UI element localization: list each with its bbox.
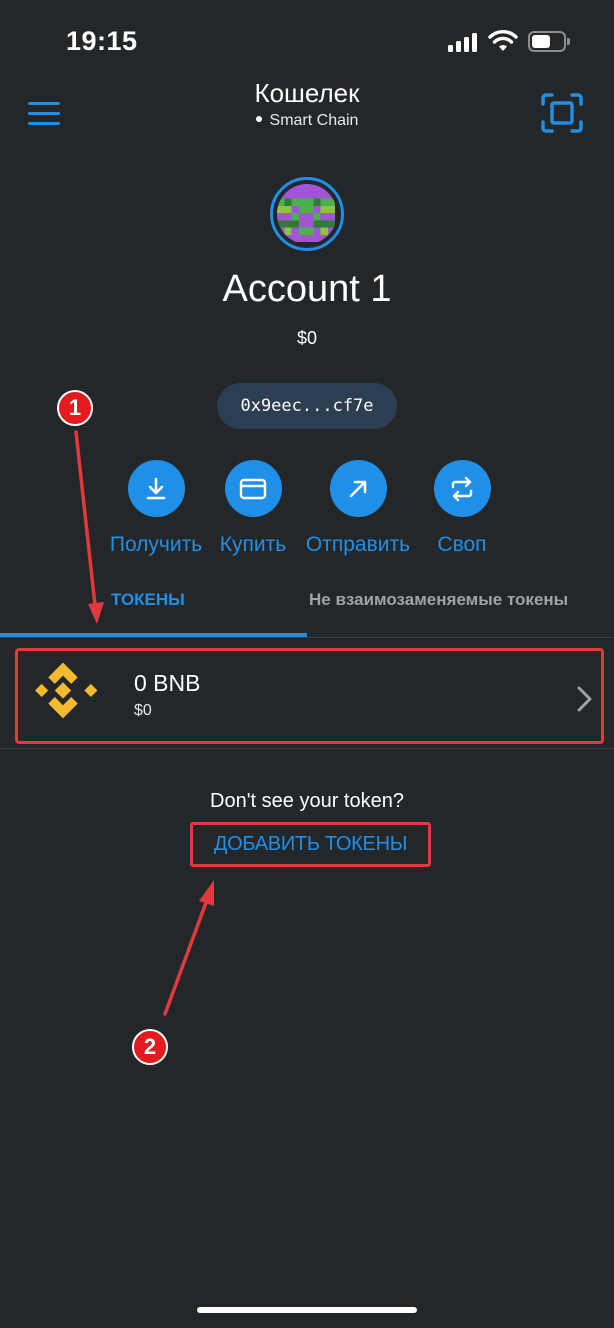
swap-button[interactable]: Своп [426, 460, 498, 557]
tab-tokens[interactable]: ТОКЕНЫ [0, 580, 306, 638]
send-label: Отправить [305, 533, 411, 556]
network-dot-icon [255, 116, 262, 123]
send-button[interactable]: Отправить [297, 460, 419, 557]
add-tokens-button[interactable]: ДОБАВИТЬ ТОКЕНЫ [190, 822, 431, 867]
cellular-signal-icon [448, 32, 478, 52]
missing-token-hint: Don't see your token? [210, 790, 404, 812]
arrow-up-right-icon [329, 460, 387, 517]
swap-icon [433, 460, 491, 517]
asset-tabs: ТОКЕНЫ Не взаимозаменяемые токены [0, 580, 614, 638]
tab-nft[interactable]: Не взаимозаменяемые токены [306, 580, 614, 638]
network-selector[interactable]: Smart Chain [0, 112, 614, 130]
swap-label: Своп [437, 533, 487, 556]
account-avatar[interactable] [270, 177, 344, 251]
annotation-badge-2: 2 [132, 1029, 168, 1065]
wallet-header: Кошелек Smart Chain [0, 76, 614, 146]
network-name: Smart Chain [269, 112, 359, 129]
bnb-logo-icon [35, 662, 98, 719]
token-amount: 0 BNB [134, 670, 201, 696]
download-icon [127, 460, 185, 517]
active-tab-indicator [0, 633, 307, 637]
page-title: Кошелек [254, 78, 360, 108]
wifi-icon [488, 30, 518, 51]
account-name[interactable]: Account 1 [0, 268, 614, 311]
receive-button[interactable]: Получить [104, 460, 208, 557]
battery-icon [528, 31, 570, 52]
account-balance: $0 [296, 328, 318, 348]
card-icon [224, 460, 282, 517]
token-fiat-value: $0 [134, 702, 152, 719]
buy-label: Купить [219, 533, 287, 556]
scan-qr-icon[interactable] [540, 92, 584, 134]
receive-label: Получить [109, 533, 203, 556]
annotation-badge-1: 1 [57, 390, 93, 426]
wallet-actions: Получить Купить Отправить Своп [0, 460, 614, 560]
status-bar: 19:15 [0, 0, 614, 80]
account-address-button[interactable]: 0x9eec...cf7e [217, 383, 397, 429]
buy-button[interactable]: Купить [213, 460, 293, 557]
status-time: 19:15 [66, 26, 138, 56]
home-indicator[interactable] [197, 1307, 417, 1313]
identicon-avatar [277, 184, 337, 244]
chevron-right-icon [577, 686, 592, 712]
